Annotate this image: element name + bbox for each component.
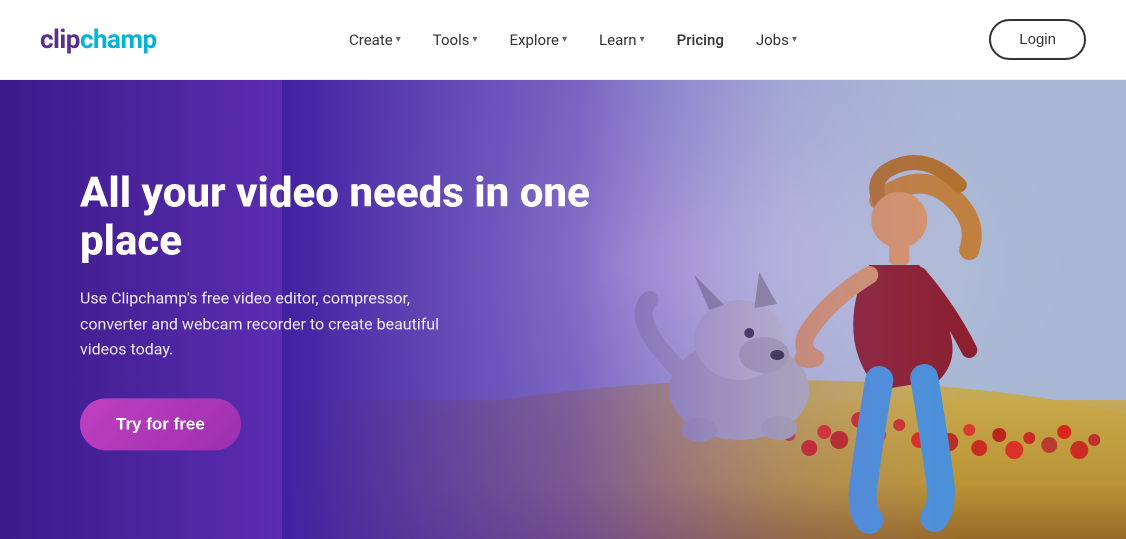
nav-item-learn[interactable]: Learn ▾: [587, 23, 657, 57]
login-button[interactable]: Login: [989, 19, 1086, 60]
logo-champ: champ: [80, 25, 157, 55]
chevron-down-icon: ▾: [792, 34, 797, 45]
nav-item-pricing[interactable]: Pricing: [665, 23, 736, 57]
nav-label-explore: Explore: [510, 31, 560, 49]
chevron-down-icon: ▾: [562, 34, 567, 45]
nav-item-tools[interactable]: Tools ▾: [421, 23, 490, 57]
chevron-down-icon: ▾: [396, 34, 401, 45]
nav-label-jobs: Jobs: [756, 31, 789, 49]
nav-label-create: Create: [349, 31, 393, 49]
try-for-free-button[interactable]: Try for free: [80, 398, 241, 450]
nav-item-jobs[interactable]: Jobs ▾: [744, 23, 809, 57]
header: clipchamp Create ▾ Tools ▾ Explore ▾ Lea…: [0, 0, 1126, 80]
nav-label-learn: Learn: [599, 31, 637, 49]
logo[interactable]: clipchamp: [40, 25, 157, 55]
hero-section: All your video needs in one place Use Cl…: [0, 80, 1126, 539]
hero-title: All your video needs in one place: [80, 169, 600, 266]
logo-clip: clip: [40, 25, 80, 55]
hero-content: All your video needs in one place Use Cl…: [80, 169, 600, 450]
hero-subtitle: Use Clipchamp's free video editor, compr…: [80, 285, 480, 362]
nav-item-explore[interactable]: Explore ▾: [498, 23, 580, 57]
chevron-down-icon: ▾: [640, 34, 645, 45]
chevron-down-icon: ▾: [472, 34, 477, 45]
nav-label-pricing: Pricing: [677, 31, 724, 49]
nav-item-create[interactable]: Create ▾: [337, 23, 413, 57]
nav-label-tools: Tools: [433, 31, 470, 49]
main-nav: Create ▾ Tools ▾ Explore ▾ Learn ▾ Prici…: [337, 23, 809, 57]
